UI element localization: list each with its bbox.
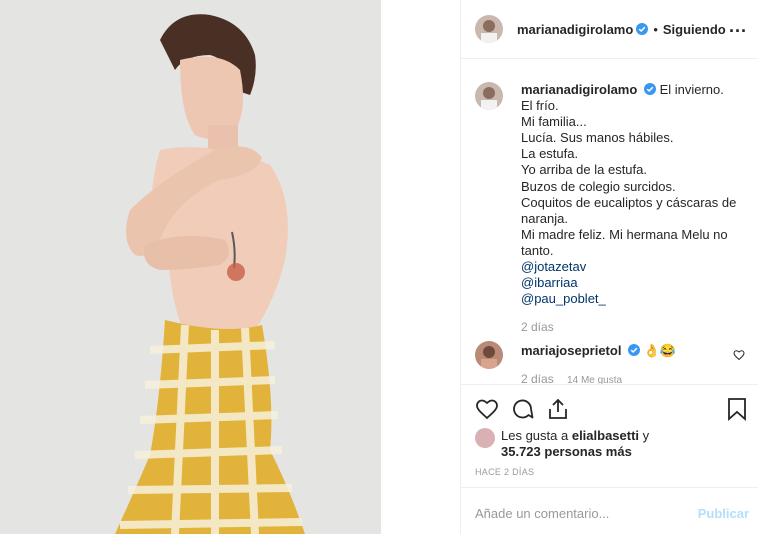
caption-username[interactable]: marianadigirolamo	[521, 82, 637, 97]
post-image[interactable]	[0, 0, 381, 534]
add-comment-bar: Añade un comentario... Publicar	[461, 487, 758, 535]
commenter-username[interactable]: mariajoseprietol	[521, 343, 621, 358]
bookmark-icon[interactable]	[727, 397, 747, 421]
caption-time[interactable]: 2 días	[521, 319, 746, 335]
caption-text: marianadigirolamo El invierno. El frío. …	[521, 82, 746, 335]
caption-avatar[interactable]	[475, 82, 503, 110]
caption: marianadigirolamo El invierno. El frío. …	[475, 82, 746, 335]
likes-and: y	[642, 428, 650, 443]
commenter-avatar[interactable]	[475, 341, 503, 369]
verified-icon	[636, 23, 649, 35]
following-button[interactable]: Siguiendo	[663, 22, 726, 37]
likes-count[interactable]: 35.723 personas más	[501, 444, 632, 459]
author-username[interactable]: marianadigirolamo	[517, 22, 633, 37]
caption-line: tanto.	[521, 242, 554, 258]
caption-line: Yo arriba de la estufa.	[521, 162, 647, 178]
verified-icon	[643, 83, 656, 95]
post-header: marianadigirolamo • Siguiendo ...	[461, 0, 758, 59]
likes-summary: Les gusta a elialbasetti y 35.723 person…	[475, 428, 649, 460]
mention-link[interactable]: @ibarriaa	[521, 275, 746, 291]
more-icon[interactable]: ...	[729, 16, 747, 37]
caption-line: Buzos de colegio surcidos.	[521, 178, 676, 194]
caption-line: Mi familia...	[521, 114, 587, 130]
comment-time[interactable]: 2 días	[521, 372, 554, 384]
caption-line: Lucía. Sus manos hábiles.	[521, 130, 674, 146]
post-date[interactable]: HACE 2 DÍAS	[475, 467, 534, 477]
caption-line: Coquitos de eucaliptos y cáscaras de	[521, 194, 737, 210]
separator-dot: •	[653, 21, 658, 37]
caption-line: El frío.	[521, 98, 559, 114]
likes-prefix: Les gusta a	[501, 428, 569, 443]
caption-line: naranja.	[521, 210, 568, 226]
comments-list[interactable]: marianadigirolamo El invierno. El frío. …	[461, 58, 758, 384]
comment-likes[interactable]: 14 Me gusta	[567, 375, 622, 384]
comment-meta: 2 días 14 Me gusta	[521, 372, 622, 384]
heart-icon[interactable]	[475, 397, 499, 421]
comment-input[interactable]: Añade un comentario...	[475, 506, 609, 521]
verified-icon	[628, 344, 641, 356]
comment: mariajoseprietol 👌😂	[475, 341, 745, 369]
post-button[interactable]: Publicar	[698, 506, 749, 521]
author-avatar[interactable]	[475, 15, 503, 43]
caption-line: Mi madre feliz. Mi hermana Melu no	[521, 226, 728, 242]
comment-text: 👌😂	[643, 343, 677, 358]
mention-link[interactable]: @pau_poblet_	[521, 291, 746, 307]
mention-link[interactable]: @jotazetav	[521, 259, 746, 275]
caption-line: La estufa.	[521, 146, 579, 162]
post-panel: marianadigirolamo • Siguiendo ... marian…	[460, 0, 758, 534]
liker-avatar[interactable]	[475, 428, 495, 448]
caption-line: El invierno.	[659, 82, 724, 97]
comment-heart-icon[interactable]	[733, 349, 745, 361]
liker-username[interactable]: elialbasetti	[572, 428, 639, 443]
share-icon[interactable]	[546, 397, 570, 421]
comment-icon[interactable]	[511, 397, 535, 421]
